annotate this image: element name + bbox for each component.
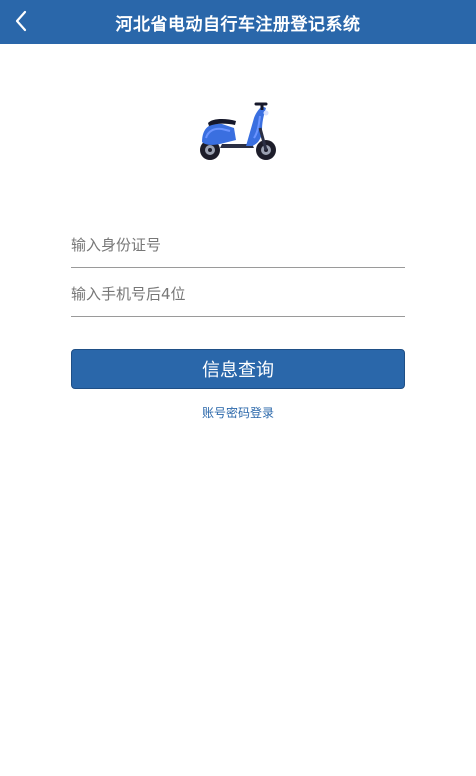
query-button[interactable]: 信息查询	[71, 349, 405, 389]
scooter-logo	[196, 98, 280, 164]
back-button[interactable]	[6, 6, 36, 36]
id-number-input[interactable]	[71, 223, 405, 267]
app-header: 河北省电动自行车注册登记系统	[0, 0, 476, 44]
page-title: 河北省电动自行车注册登记系统	[115, 14, 361, 35]
id-number-field[interactable]	[71, 223, 405, 268]
app-screen: 河北省电动自行车注册登记系统 输入身份证号 输入手机号后4位 信息查询 账号密码…	[0, 0, 476, 776]
chevron-left-icon	[15, 10, 27, 32]
phone-last4-field[interactable]	[71, 272, 405, 317]
password-login-link[interactable]: 账号密码登录	[0, 404, 476, 421]
electric-scooter-icon	[200, 102, 276, 160]
phone-last4-input[interactable]	[71, 272, 405, 316]
